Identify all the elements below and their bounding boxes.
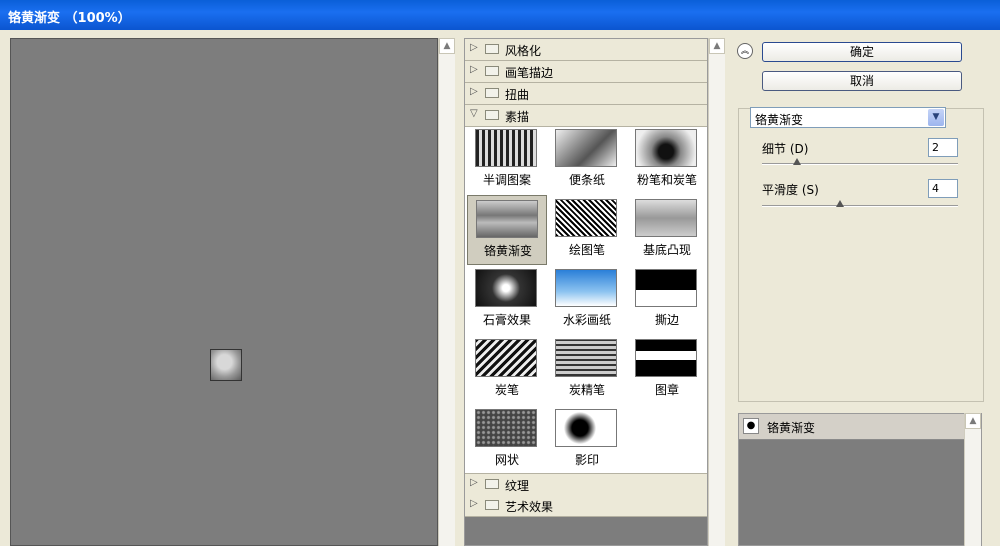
folder-icon — [485, 479, 499, 489]
filter-tile-reticulation[interactable]: 网状 — [471, 407, 537, 467]
filter-thumbnail — [635, 129, 697, 167]
filter-tile-plaster[interactable]: 石膏效果 — [471, 267, 537, 327]
detail-label: 细节 (D) — [762, 142, 809, 156]
filter-label: 石膏效果 — [482, 313, 531, 327]
filter-tile-torn-edges[interactable]: 撕边 — [631, 267, 697, 327]
filter-label: 炭笔 — [494, 383, 519, 397]
filter-thumbnail — [555, 409, 617, 447]
eye-icon[interactable]: ● — [743, 418, 759, 434]
layers-scrollbar[interactable]: ▲ — [964, 413, 981, 546]
filter-thumbnail — [475, 409, 537, 447]
scroll-up-icon[interactable]: ▲ — [965, 413, 981, 429]
filter-gallery: ▷ 风格化 ▷ 画笔描边 ▷ 扭曲 ▽ 素描 半调图案 便条纸 粉笔和炭笔 铬黄… — [464, 38, 708, 546]
window-titlebar: 铬黄渐变 （100%） — [0, 0, 1000, 30]
filter-tile-water-paper[interactable]: 水彩画纸 — [551, 267, 617, 327]
filter-label: 粉笔和炭笔 — [636, 173, 697, 187]
folder-icon — [485, 500, 499, 510]
filter-label: 便条纸 — [568, 173, 605, 187]
filter-thumbnail — [555, 129, 617, 167]
preview-canvas[interactable] — [10, 38, 438, 546]
category-texture[interactable]: ▷ 纹理 — [465, 473, 707, 496]
double-chevron-up-icon[interactable]: ︽ — [737, 43, 753, 59]
expand-triangle-icon: ▷ — [470, 64, 478, 75]
effect-layer-row[interactable]: ● 铬黄渐变 — [739, 414, 965, 440]
filter-label: 撕边 — [654, 313, 679, 327]
filter-label: 铬黄渐变 — [483, 244, 532, 258]
scroll-up-icon[interactable]: ▲ — [709, 38, 725, 54]
filter-thumbnail — [475, 129, 537, 167]
filter-tile-charcoal[interactable]: 炭笔 — [471, 337, 537, 397]
category-distort[interactable]: ▷ 扭曲 — [465, 83, 707, 105]
folder-icon — [485, 66, 499, 76]
filter-label: 影印 — [574, 453, 599, 467]
filter-thumbnail — [555, 269, 617, 307]
folder-icon — [485, 44, 499, 54]
cancel-button[interactable]: 取消 — [762, 71, 962, 91]
expand-triangle-icon: ▷ — [470, 42, 478, 53]
filter-tile-chrome[interactable]: 铬黄渐变 — [467, 195, 547, 265]
filter-tile-note-paper[interactable]: 便条纸 — [551, 127, 617, 187]
filter-label: 炭精笔 — [568, 383, 605, 397]
folder-open-icon — [485, 110, 499, 120]
filter-thumbnail — [475, 269, 537, 307]
filter-label: 基底凸现 — [642, 243, 691, 257]
expand-triangle-icon: ▷ — [470, 86, 478, 97]
category-sketch[interactable]: ▽ 素描 — [465, 105, 707, 127]
smoothness-slider-handle[interactable] — [836, 200, 845, 207]
filter-label: 半调图案 — [482, 173, 531, 187]
folder-icon — [485, 88, 499, 98]
category-artistic[interactable]: ▷ 艺术效果 — [465, 495, 707, 517]
filter-select-value: 铬黄渐变 — [755, 113, 804, 127]
filter-tile-bas-relief[interactable]: 基底凸现 — [631, 197, 697, 257]
filter-thumbnail — [635, 269, 697, 307]
filter-thumbnail — [555, 339, 617, 377]
filter-thumbnail — [476, 200, 538, 238]
ok-button[interactable]: 确定 — [762, 42, 962, 62]
filter-thumbnail — [635, 339, 697, 377]
collapse-triangle-icon: ▽ — [470, 108, 478, 119]
category-label: 扭曲 — [505, 88, 530, 102]
gallery-empty-area — [465, 517, 707, 545]
window-title: 铬黄渐变 （100%） — [8, 11, 131, 26]
category-brush-strokes[interactable]: ▷ 画笔描边 — [465, 61, 707, 83]
filter-select[interactable]: 铬黄渐变 ▼ — [750, 107, 946, 128]
detail-input[interactable]: 2 — [928, 138, 958, 157]
chevron-down-icon[interactable]: ▼ — [928, 109, 944, 126]
smoothness-label: 平滑度 (S) — [762, 183, 819, 197]
detail-slider[interactable] — [762, 163, 958, 165]
effect-layer-label: 铬黄渐变 — [767, 421, 816, 435]
filter-tile-stamp[interactable]: 图章 — [631, 337, 697, 397]
filter-tile-chalk-charcoal[interactable]: 粉笔和炭笔 — [631, 127, 697, 187]
detail-slider-handle[interactable] — [793, 158, 802, 165]
expand-triangle-icon: ▷ — [470, 477, 478, 488]
filter-thumbnail — [635, 199, 697, 237]
effect-layers-panel: ● 铬黄渐变 — [738, 413, 982, 546]
category-label: 素描 — [505, 110, 530, 124]
smoothness-slider[interactable] — [762, 205, 958, 207]
filter-label: 绘图笔 — [568, 243, 605, 257]
preview-scrollbar[interactable]: ▲ — [438, 38, 455, 546]
category-stylize[interactable]: ▷ 风格化 — [465, 39, 707, 61]
smoothness-input[interactable]: 4 — [928, 179, 958, 198]
filter-tile-photocopy[interactable]: 影印 — [551, 407, 617, 467]
filter-label: 水彩画纸 — [562, 313, 611, 327]
filter-label: 网状 — [494, 453, 519, 467]
category-label: 风格化 — [505, 44, 542, 58]
filter-thumbnail — [555, 199, 617, 237]
category-label: 艺术效果 — [505, 500, 554, 514]
filter-thumbnail — [475, 339, 537, 377]
scroll-up-icon[interactable]: ▲ — [439, 38, 455, 54]
expand-triangle-icon: ▷ — [470, 498, 478, 509]
filter-label: 图章 — [654, 383, 679, 397]
preview-image — [210, 349, 242, 381]
category-label: 画笔描边 — [505, 66, 554, 80]
filter-tile-conte-crayon[interactable]: 炭精笔 — [551, 337, 617, 397]
filter-tile-graphic-pen[interactable]: 绘图笔 — [551, 197, 617, 257]
category-label: 纹理 — [505, 479, 530, 493]
gallery-scrollbar[interactable]: ▲ — [708, 38, 725, 546]
filter-tile-halftone[interactable]: 半调图案 — [471, 127, 537, 187]
